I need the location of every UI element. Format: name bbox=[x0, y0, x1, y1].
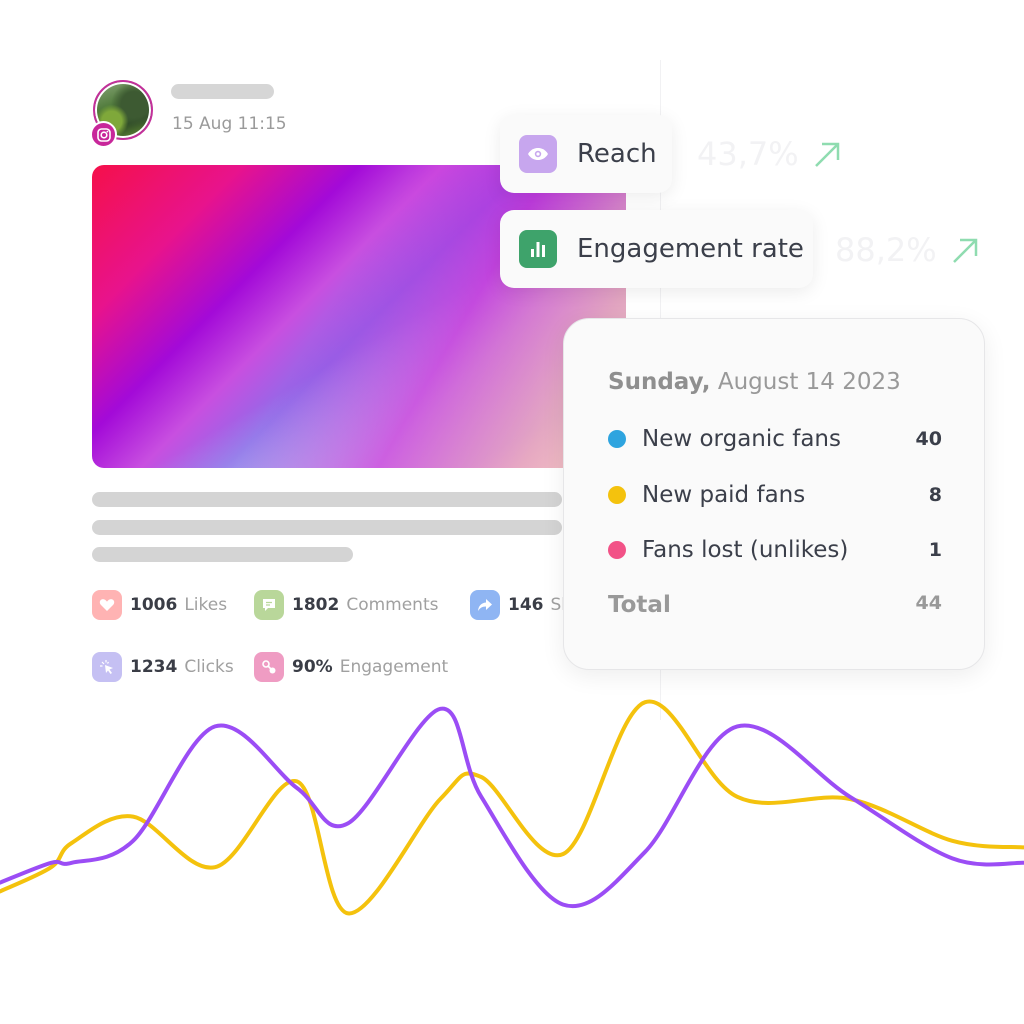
bar-chart-icon bbox=[519, 230, 557, 268]
tooltip-date: Sunday, August 14 2023 bbox=[608, 369, 901, 395]
stat-clicks: 1234 Clicks bbox=[92, 652, 234, 682]
trend-up-arrow-icon bbox=[815, 142, 840, 167]
tooltip-total: Total 44 bbox=[608, 592, 942, 618]
stat-shares: 146 Sl bbox=[470, 590, 566, 620]
share-icon bbox=[470, 590, 500, 620]
reach-value: 43,7% bbox=[697, 135, 799, 173]
engagement-icon bbox=[254, 652, 284, 682]
stat-engagement: 90% Engagement bbox=[254, 652, 448, 682]
caption-placeholder-line bbox=[92, 520, 562, 535]
legend-dot bbox=[608, 541, 626, 559]
metric-label: Reach bbox=[577, 139, 657, 169]
engagement-rate-value: 88,2% bbox=[835, 231, 937, 269]
legend-dot bbox=[608, 486, 626, 504]
chart-tooltip: Sunday, August 14 2023 New organic fans … bbox=[563, 318, 985, 670]
tooltip-row-organic: New organic fans 40 bbox=[608, 426, 942, 452]
metric-engagement-rate[interactable]: Engagement rate bbox=[500, 210, 813, 288]
legend-dot bbox=[608, 430, 626, 448]
eye-icon bbox=[519, 135, 557, 173]
metric-reach[interactable]: Reach bbox=[500, 115, 672, 193]
tooltip-row-lost: Fans lost (unlikes) 1 bbox=[608, 537, 942, 563]
series-line-purple bbox=[0, 706, 1024, 909]
trend-up-arrow-icon bbox=[953, 238, 978, 263]
instagram-icon bbox=[90, 121, 117, 148]
stat-likes: 1006 Likes bbox=[92, 590, 227, 620]
author-name-placeholder bbox=[171, 84, 274, 99]
post-timestamp: 15 Aug 11:15 bbox=[172, 114, 287, 134]
click-icon bbox=[92, 652, 122, 682]
series-line-yellow bbox=[0, 699, 1024, 916]
metric-label: Engagement rate bbox=[577, 234, 804, 264]
tooltip-row-paid: New paid fans 8 bbox=[608, 482, 942, 508]
caption-placeholder-line bbox=[92, 492, 562, 507]
caption-placeholder-line bbox=[92, 547, 353, 562]
heart-icon bbox=[92, 590, 122, 620]
stat-comments: 1802 Comments bbox=[254, 590, 438, 620]
comment-icon bbox=[254, 590, 284, 620]
